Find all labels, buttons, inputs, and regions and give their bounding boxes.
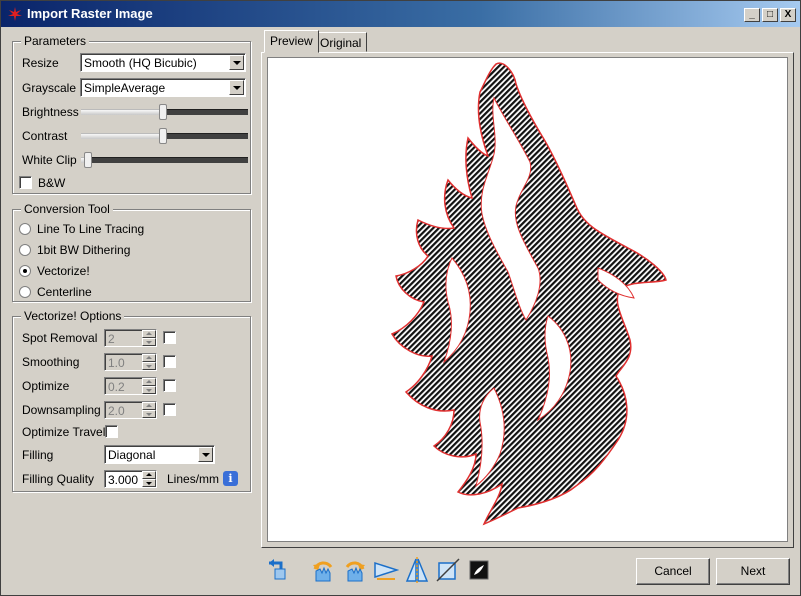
whiteclip-label: White Clip <box>22 153 77 167</box>
reset-icon[interactable] <box>265 557 291 583</box>
grayscale-select[interactable]: SimpleAverage <box>80 78 246 97</box>
smoothing-label: Smoothing <box>22 355 80 369</box>
whiteclip-slider[interactable] <box>81 152 248 168</box>
tab-original[interactable]: Original <box>314 32 368 52</box>
info-icon[interactable]: i <box>223 471 238 486</box>
grayscale-label: Grayscale <box>22 81 77 95</box>
vectorize-options-legend: Vectorize! Options <box>21 309 125 323</box>
stepper-down-icon[interactable] <box>142 386 156 394</box>
filling-quality-label: Filling Quality <box>22 472 95 486</box>
downsampling-label: Downsampling <box>22 403 101 417</box>
bw-label: B&W <box>38 176 66 190</box>
rotate-cw-icon[interactable] <box>342 557 368 583</box>
minimize-button[interactable]: _ <box>744 8 760 22</box>
downsampling-value: 2.0 <box>108 404 125 418</box>
optimize-label: Optimize <box>22 379 70 393</box>
radio-line-tracing-label[interactable]: Line To Line Tracing <box>37 222 144 236</box>
radio-centerline-label[interactable]: Centerline <box>37 285 92 299</box>
grayscale-value: SimpleAverage <box>84 81 166 95</box>
brightness-label: Brightness <box>22 105 79 119</box>
optimize-stepper[interactable]: 0.2 <box>104 377 157 395</box>
contrast-label: Contrast <box>22 129 68 143</box>
filling-quality-unit: Lines/mm <box>167 472 220 486</box>
tab-preview[interactable]: Preview <box>264 30 319 53</box>
slider-thumb[interactable] <box>84 152 92 168</box>
filling-quality-stepper[interactable]: 3.000 <box>104 470 157 488</box>
radio-vectorize[interactable] <box>19 265 31 277</box>
downsampling-checkbox[interactable] <box>163 403 176 416</box>
close-button[interactable]: X <box>780 8 796 22</box>
slider-thumb[interactable] <box>159 104 167 120</box>
radio-bw-dithering[interactable] <box>19 244 31 256</box>
invert-icon[interactable] <box>466 557 492 583</box>
contrast-slider[interactable] <box>81 128 248 144</box>
title-bar[interactable]: Import Raster Image _ □ X <box>1 1 800 27</box>
optimize-value: 0.2 <box>108 380 125 394</box>
app-icon <box>8 7 22 21</box>
chevron-down-icon[interactable] <box>229 55 244 70</box>
stepper-up-icon[interactable] <box>142 378 156 386</box>
stepper-down-icon[interactable] <box>142 362 156 370</box>
filling-select[interactable]: Diagonal <box>104 445 215 464</box>
smoothing-checkbox[interactable] <box>163 355 176 368</box>
resize-label: Resize <box>22 56 59 70</box>
crop-icon[interactable] <box>435 557 461 583</box>
stepper-up-icon[interactable] <box>142 354 156 362</box>
conversion-tool-legend: Conversion Tool <box>21 202 113 216</box>
bw-checkbox[interactable] <box>19 176 32 189</box>
stepper-down-icon[interactable] <box>142 338 156 346</box>
spot-removal-value: 2 <box>108 332 115 346</box>
parameters-legend: Parameters <box>21 34 90 48</box>
chevron-down-icon[interactable] <box>229 80 244 95</box>
filling-label: Filling <box>22 448 54 462</box>
import-raster-dialog: Import Raster Image _ □ X Parameters Res… <box>0 0 801 596</box>
optimize-checkbox[interactable] <box>163 379 176 392</box>
smoothing-stepper[interactable]: 1.0 <box>104 353 157 371</box>
smoothing-value: 1.0 <box>108 356 125 370</box>
resize-select[interactable]: Smooth (HQ Bicubic) <box>80 53 246 72</box>
rotate-ccw-icon[interactable] <box>310 557 336 583</box>
radio-vectorize-label[interactable]: Vectorize! <box>37 264 90 278</box>
stepper-down-icon[interactable] <box>142 410 156 418</box>
slider-thumb[interactable] <box>159 128 167 144</box>
stepper-up-icon[interactable] <box>142 330 156 338</box>
wolf-preview-image <box>390 62 667 526</box>
chevron-down-icon[interactable] <box>198 447 213 462</box>
spot-removal-stepper[interactable]: 2 <box>104 329 157 347</box>
stepper-up-icon[interactable] <box>142 471 156 479</box>
stepper-up-icon[interactable] <box>142 402 156 410</box>
stepper-down-icon[interactable] <box>142 479 156 487</box>
filling-value: Diagonal <box>108 448 156 462</box>
filling-quality-value: 3.000 <box>108 473 139 487</box>
optimize-travel-label: Optimize Travel <box>22 425 106 439</box>
optimize-travel-checkbox[interactable] <box>105 425 118 438</box>
resize-value: Smooth (HQ Bicubic) <box>84 56 197 70</box>
maximize-button[interactable]: □ <box>762 8 778 22</box>
spot-removal-label: Spot Removal <box>22 331 98 345</box>
downsampling-stepper[interactable]: 2.0 <box>104 401 157 419</box>
radio-bw-dithering-label[interactable]: 1bit BW Dithering <box>37 243 130 257</box>
next-button[interactable]: Next <box>716 558 790 585</box>
spot-removal-checkbox[interactable] <box>163 331 176 344</box>
window-title: Import Raster Image <box>27 6 153 21</box>
flip-horizontal-icon[interactable] <box>373 557 399 583</box>
flip-vertical-icon[interactable] <box>404 557 430 583</box>
radio-centerline[interactable] <box>19 286 31 298</box>
brightness-slider[interactable] <box>81 104 248 120</box>
radio-line-tracing[interactable] <box>19 223 31 235</box>
cancel-button[interactable]: Cancel <box>636 558 710 585</box>
preview-canvas <box>267 57 788 542</box>
